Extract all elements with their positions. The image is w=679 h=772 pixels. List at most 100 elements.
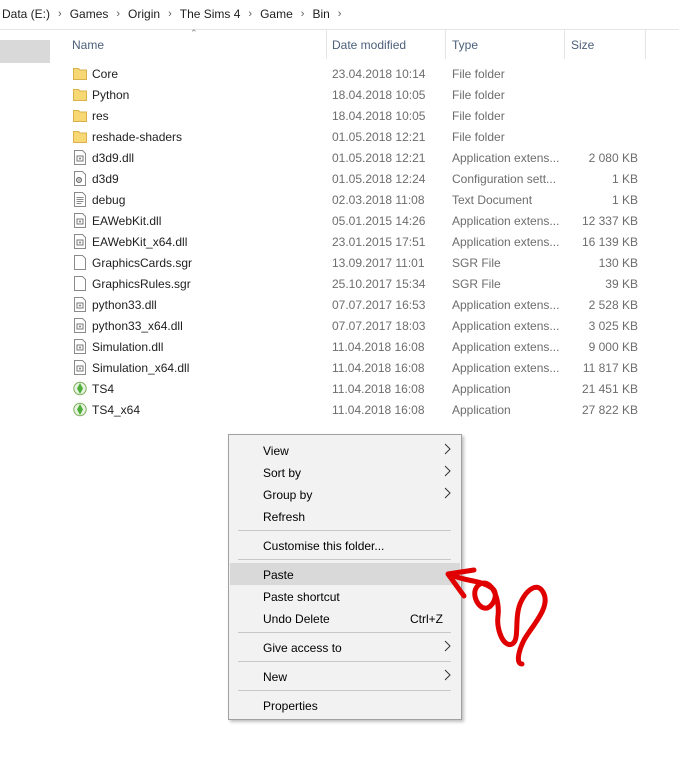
breadcrumb-chevron-icon[interactable]: ›	[338, 8, 342, 20]
menu-item-customise-this-folder[interactable]: Customise this folder...	[230, 534, 460, 556]
file-row[interactable]: Python 18.04.2018 10:05 File folder	[66, 84, 646, 105]
column-header-size[interactable]: Size	[565, 30, 645, 59]
context-menu: View Sort by Group by Refresh Customise this…	[228, 434, 462, 720]
file-date-modified: 01.05.2018 12:21	[332, 151, 426, 165]
submenu-chevron-icon	[442, 464, 452, 478]
sims-plumbob-icon	[73, 402, 87, 417]
breadcrumb-item[interactable]: Origin	[128, 7, 160, 21]
file-date-modified: 05.01.2015 14:26	[332, 214, 426, 228]
menu-item-paste-shortcut[interactable]: Paste shortcut	[230, 585, 460, 607]
dll-file-icon	[73, 297, 87, 312]
file-row[interactable]: GraphicsCards.sgr 13.09.2017 11:01 SGR Fil…	[66, 252, 646, 273]
file-row[interactable]: debug 02.03.2018 11:08 Text Document 1 KB	[66, 189, 646, 210]
file-row[interactable]: EAWebKit.dll 05.01.2015 14:26 Application …	[66, 210, 646, 231]
dll-file-icon	[73, 360, 87, 375]
file-row[interactable]: Core 23.04.2018 10:14 File folder	[66, 63, 646, 84]
menu-item-label: Give access to	[263, 641, 342, 655]
file-name: EAWebKit_x64.dll	[92, 235, 188, 249]
breadcrumb-chevron-icon[interactable]: ›	[248, 8, 252, 20]
file-row[interactable]: Simulation.dll 11.04.2018 16:08 Applicatio…	[66, 336, 646, 357]
config-file-icon	[73, 171, 87, 186]
file-row[interactable]: d3d9 01.05.2018 12:24 Configuration sett..…	[66, 168, 646, 189]
menu-item-label: Paste	[263, 568, 294, 582]
breadcrumb-chevron-icon[interactable]: ›	[58, 8, 62, 20]
file-date-modified: 07.07.2017 16:53	[332, 298, 426, 312]
menu-item-view[interactable]: View	[230, 439, 460, 461]
file-row[interactable]: TS4 11.04.2018 16:08 Application 21 451 KB	[66, 378, 646, 399]
nav-pane-selected-item[interactable]	[0, 40, 50, 63]
menu-item-label: Sort by	[263, 466, 302, 480]
file-type: SGR File	[452, 277, 501, 291]
breadcrumb-item[interactable]: Data (E:)	[2, 7, 50, 21]
file-size: 130 KB	[598, 256, 638, 270]
column-header-size-label: Size	[571, 38, 595, 52]
file-row[interactable]: res 18.04.2018 10:05 File folder	[66, 105, 646, 126]
breadcrumb-chevron-icon[interactable]: ›	[301, 8, 305, 20]
file-date-modified: 11.04.2018 16:08	[332, 382, 425, 396]
breadcrumb-item[interactable]: The Sims 4	[180, 7, 241, 21]
column-header-name[interactable]: Name	[66, 30, 326, 59]
file-type: File folder	[452, 130, 505, 144]
column-header-name-label: Name	[72, 38, 105, 52]
column-header-date-label: Date modified	[332, 38, 407, 52]
file-name: python33_x64.dll	[92, 319, 183, 333]
file-date-modified: 23.01.2015 17:51	[332, 235, 426, 249]
file-size: 1 KB	[611, 193, 638, 207]
sims-plumbob-icon	[73, 381, 87, 396]
folder-icon	[73, 87, 87, 102]
file-row[interactable]: reshade-shaders 01.05.2018 12:21 File fold…	[66, 126, 646, 147]
file-date-modified: 11.04.2018 16:08	[332, 361, 425, 375]
menu-item-sort-by[interactable]: Sort by	[230, 461, 460, 483]
menu-item-give-access-to[interactable]: Give access to	[230, 636, 460, 658]
menu-separator	[238, 632, 451, 633]
breadcrumb-item[interactable]: Bin	[312, 7, 329, 21]
file-type: File folder	[452, 88, 505, 102]
file-date-modified: 23.04.2018 10:14	[332, 67, 426, 81]
file-date-modified: 18.04.2018 10:05	[332, 109, 426, 123]
file-size: 3 025 KB	[588, 319, 638, 333]
file-type: Application extens...	[452, 298, 560, 312]
breadcrumb-item[interactable]: Game	[260, 7, 293, 21]
column-header-date[interactable]: Date modified	[327, 30, 445, 59]
menu-item-paste[interactable]: Paste	[230, 563, 460, 585]
file-row[interactable]: EAWebKit_x64.dll 23.01.2015 17:51 Applicat…	[66, 231, 646, 252]
file-size: 2 080 KB	[588, 151, 638, 165]
menu-item-properties[interactable]: Properties	[230, 694, 460, 716]
menu-item-refresh[interactable]: Refresh	[230, 505, 460, 527]
file-name: res	[92, 109, 109, 123]
file-name: debug	[92, 193, 126, 207]
file-size: 2 528 KB	[588, 298, 638, 312]
submenu-chevron-icon	[442, 486, 452, 500]
file-row[interactable]: TS4_x64 11.04.2018 16:08 Application 27 822…	[66, 399, 646, 420]
file-row[interactable]: d3d9.dll 01.05.2018 12:21 Application exte…	[66, 147, 646, 168]
file-size: 9 000 KB	[588, 340, 638, 354]
menu-item-new[interactable]: New	[230, 665, 460, 687]
menu-item-group-by[interactable]: Group by	[230, 483, 460, 505]
file-size: 16 139 KB	[581, 235, 638, 249]
breadcrumb-item[interactable]: Games	[70, 7, 109, 21]
dll-file-icon	[73, 234, 87, 249]
file-row[interactable]: python33.dll 07.07.2017 16:53 Application …	[66, 294, 646, 315]
folder-icon	[73, 108, 87, 123]
file-type: File folder	[452, 109, 505, 123]
file-name: GraphicsCards.sgr	[92, 256, 193, 270]
file-row[interactable]: Simulation_x64.dll 11.04.2018 16:08 Applic…	[66, 357, 646, 378]
breadcrumb-chevron-icon[interactable]: ›	[168, 8, 172, 20]
column-header-type-label: Type	[452, 38, 479, 52]
blank-file-icon	[73, 255, 87, 270]
file-name: Python	[92, 88, 130, 102]
file-size: 1 KB	[611, 172, 638, 186]
file-date-modified: 11.04.2018 16:08	[332, 340, 425, 354]
file-size: 39 KB	[605, 277, 638, 291]
menu-item-undo-delete[interactable]: Undo Delete Ctrl+Z	[230, 607, 460, 629]
file-name: reshade-shaders	[92, 130, 183, 144]
column-header-type[interactable]: Type	[446, 30, 564, 59]
address-bar[interactable]: Data (E:) › Games › Origin › The Sims 4 › Game › B…	[0, 0, 679, 30]
menu-item-label: Undo Delete	[263, 612, 330, 626]
file-date-modified: 01.05.2018 12:21	[332, 130, 426, 144]
blank-file-icon	[73, 276, 87, 291]
column-divider[interactable]	[645, 30, 646, 59]
breadcrumb-chevron-icon[interactable]: ›	[116, 8, 120, 20]
file-row[interactable]: python33_x64.dll 07.07.2017 18:03 Applicat…	[66, 315, 646, 336]
file-row[interactable]: GraphicsRules.sgr 25.10.2017 15:34 SGR Fil…	[66, 273, 646, 294]
